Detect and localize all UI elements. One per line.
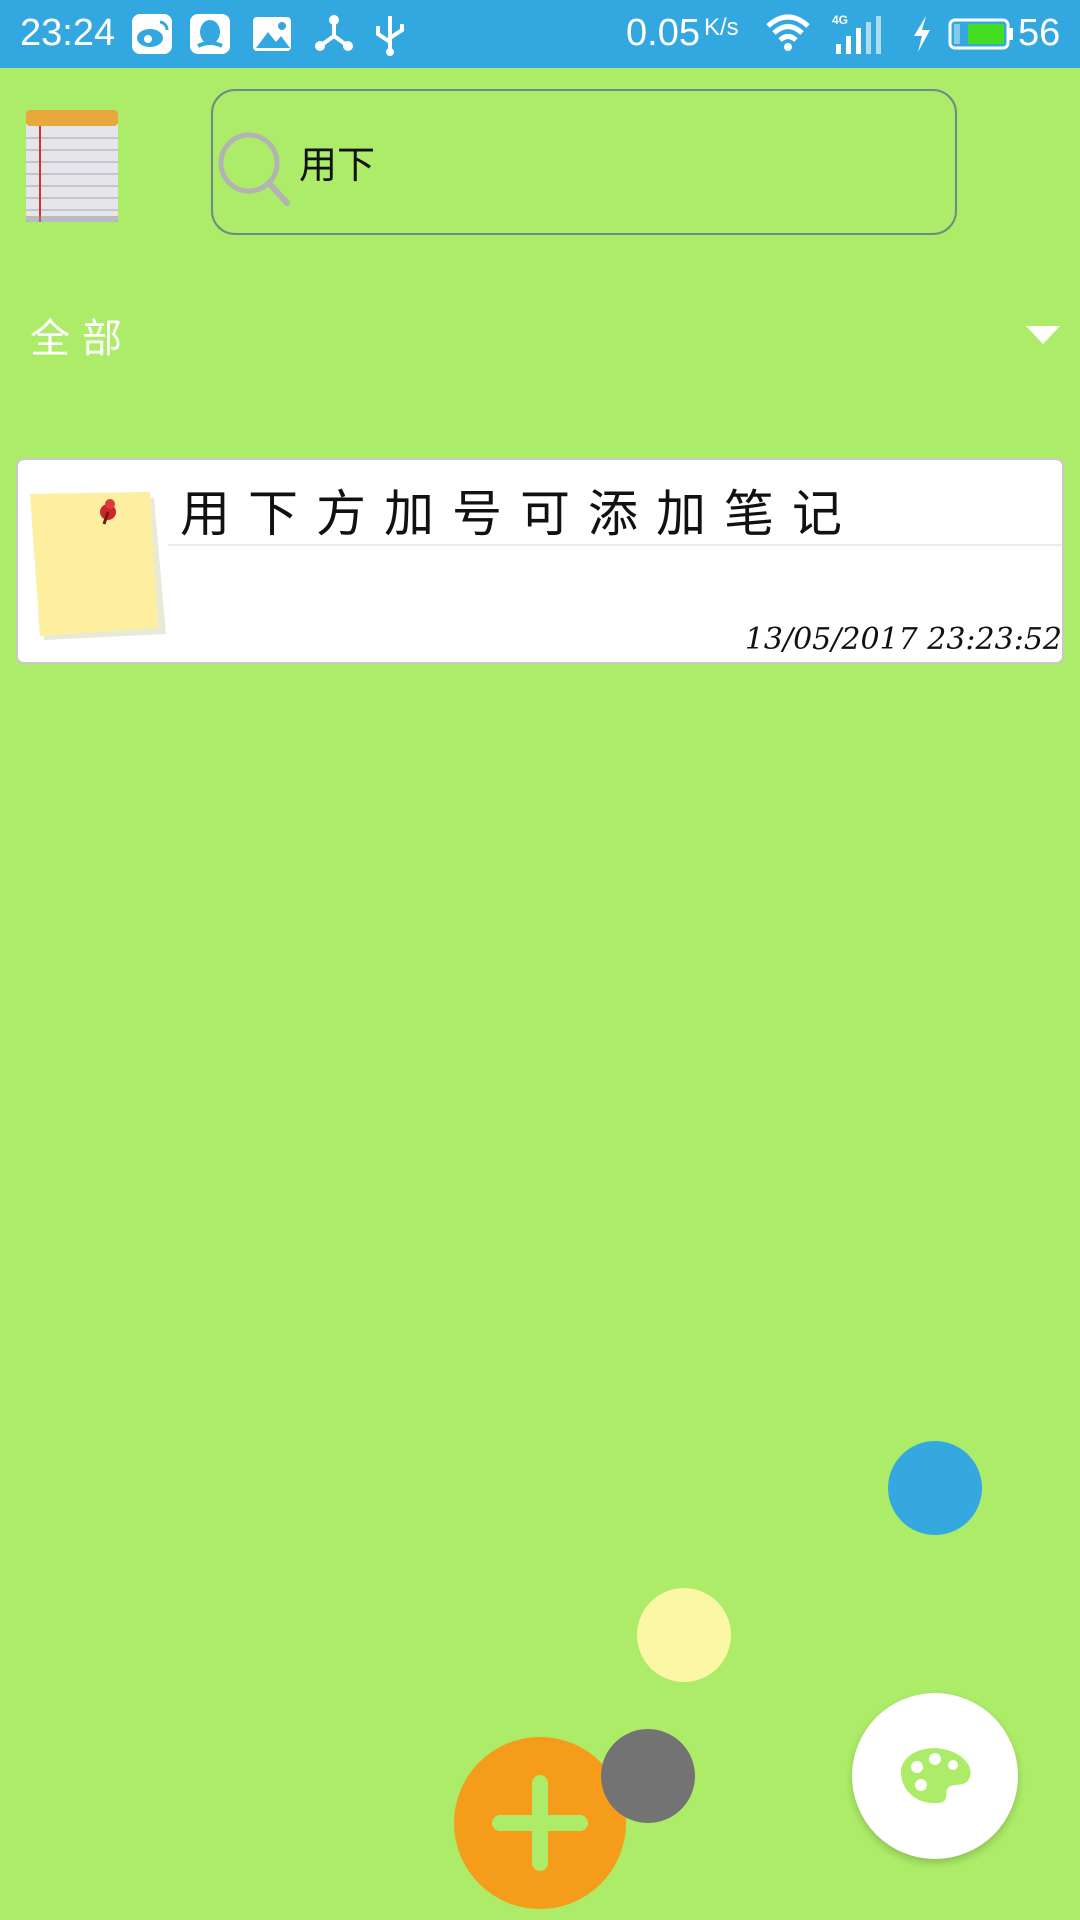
plus-icon [454,1737,626,1909]
wifi-icon [766,14,810,51]
image-icon [253,17,291,51]
usb-icon [376,16,404,56]
color-option-gray[interactable] [601,1729,695,1823]
search-icon[interactable] [213,127,293,207]
status-time: 23:24 [20,12,116,54]
note-card[interactable]: 用下方加号可添加笔记 13/05/2017 23:23:52 [16,458,1064,664]
network-speed-unit: K/s [704,14,739,41]
weibo-icon [132,14,172,54]
theme-palette-button[interactable] [852,1693,1018,1859]
battery-icon [948,18,1013,50]
note-timestamp: 13/05/2017 23:23:52 [744,622,1062,657]
add-note-button[interactable] [454,1737,626,1909]
category-selector[interactable]: 全部 [30,306,134,364]
status-bar: 23:24 0.05 K/s 4G 56 [0,0,1080,68]
color-option-blue[interactable] [888,1441,982,1535]
search-box[interactable] [211,89,957,235]
qq-icon [190,14,230,54]
note-title: 用下方加号可添加笔记 [180,485,860,543]
chevron-down-icon[interactable] [1026,326,1060,346]
network-speed: 0.05 [626,12,700,54]
signal-icon: 4G [832,13,881,54]
color-option-yellow[interactable] [637,1588,731,1682]
charging-icon [914,16,930,52]
share-icon [315,15,353,51]
palette-icon [900,1748,971,1804]
notepad-logo-icon[interactable] [24,106,120,224]
battery-percent: 56 [1018,12,1061,54]
search-input[interactable] [299,135,899,187]
sticky-note-icon [30,492,166,640]
network-type-label: 4G [832,13,848,27]
note-divider [168,544,1062,546]
